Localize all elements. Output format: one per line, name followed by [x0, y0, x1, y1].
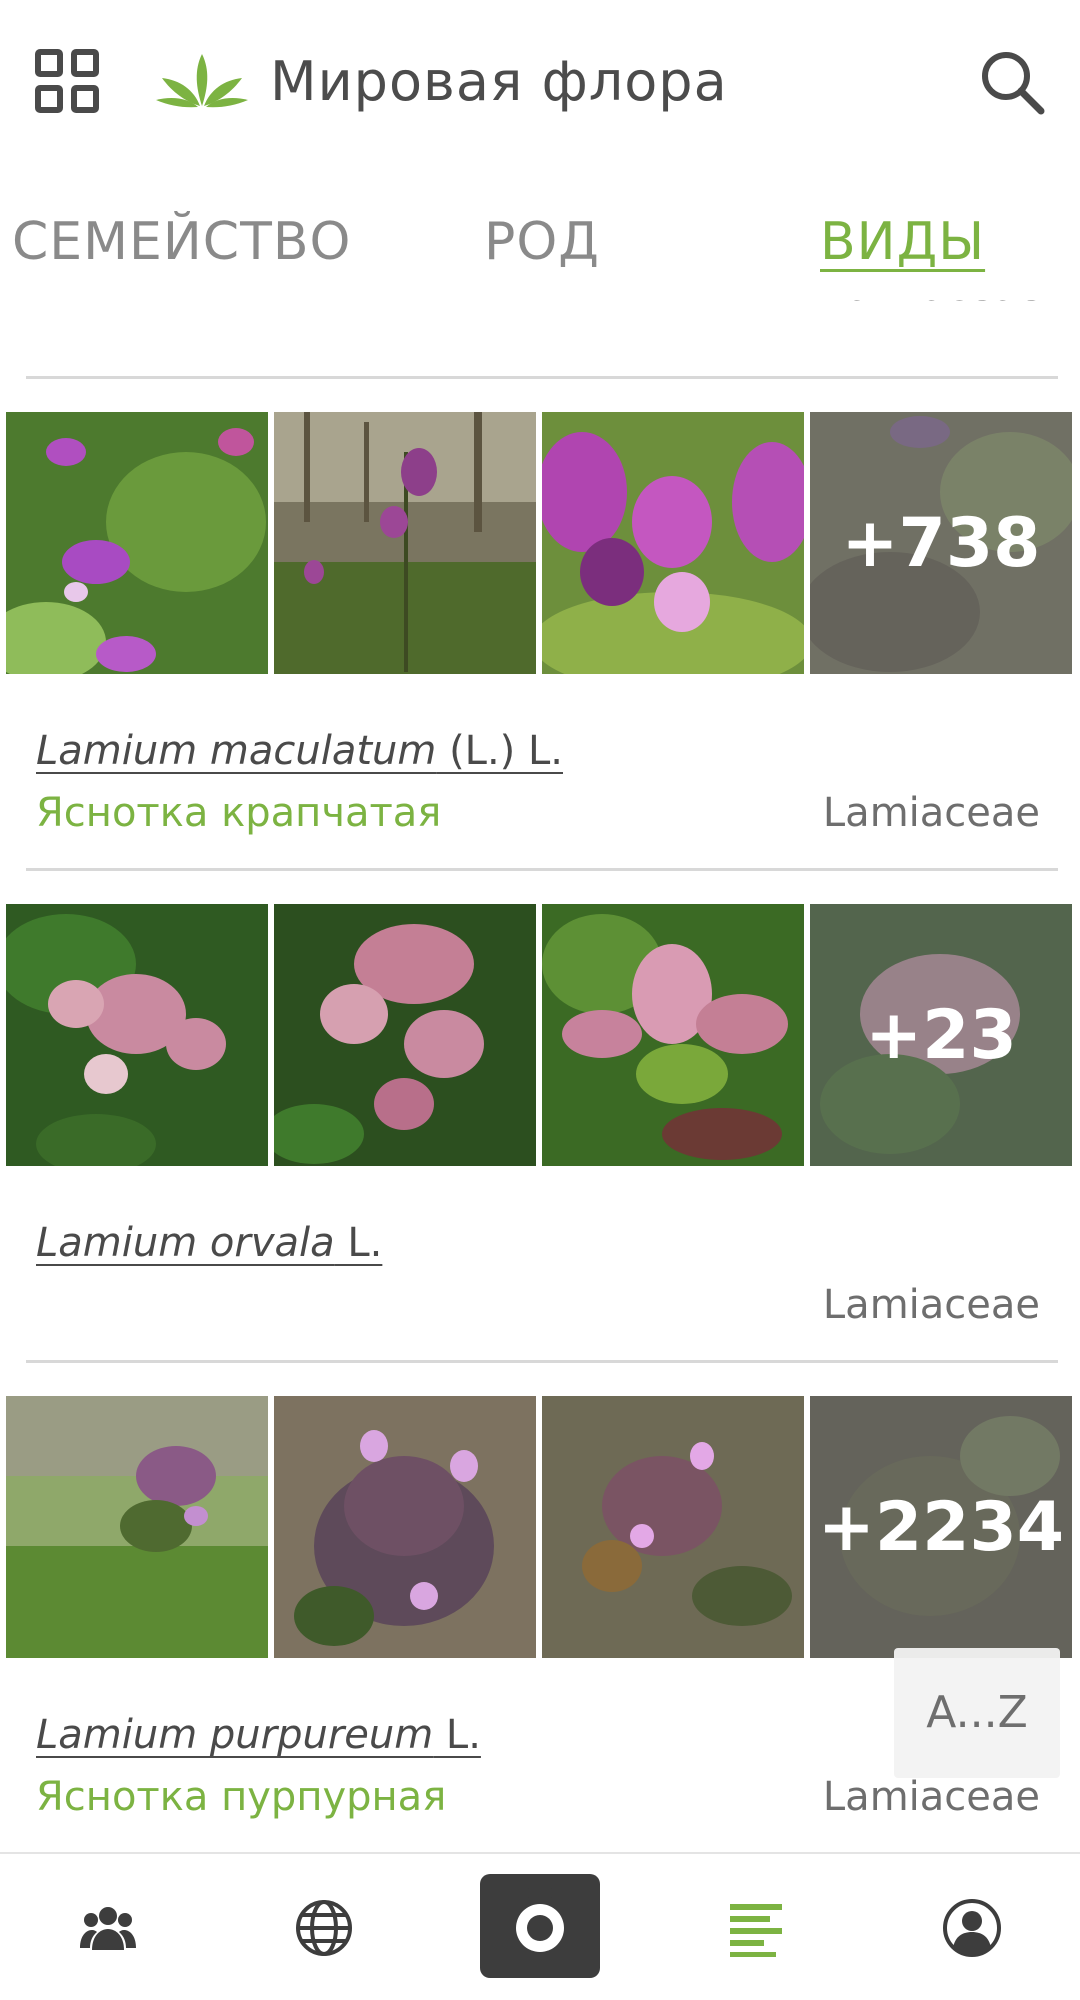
- grid-icon: [35, 49, 99, 113]
- tab-family[interactable]: СЕМЕЙСТВО: [12, 212, 351, 272]
- bottom-nav: [0, 1852, 1080, 2000]
- species-photo[interactable]: [542, 412, 804, 674]
- camera-icon: [516, 1888, 564, 1952]
- menu-button[interactable]: [34, 48, 100, 114]
- genus-species: Lamium orvala: [36, 1220, 335, 1266]
- author: L.: [334, 1220, 383, 1266]
- search-button[interactable]: [978, 48, 1046, 116]
- species-card[interactable]: +2234 Lamium purpureum L. Яснотка пурпур…: [0, 1396, 1080, 1850]
- photo-strip: +23: [6, 904, 1074, 1166]
- species-list[interactable]: Lamiaceae: [0, 300, 1080, 1850]
- genus-species: Lamium maculatum: [36, 728, 437, 774]
- nav-profile[interactable]: [864, 1854, 1080, 2000]
- common-name: Яснотка пурпурная: [36, 1774, 447, 1820]
- camera-button[interactable]: [480, 1874, 600, 1978]
- search-icon: [982, 52, 1045, 115]
- nav-community[interactable]: [0, 1854, 216, 2000]
- globe-icon: [296, 1900, 352, 1956]
- family-label: Lamiaceae: [822, 1774, 1040, 1820]
- app-title: Мировая флора: [270, 50, 728, 113]
- species-card[interactable]: +738 Lamium maculatum (L.) L. Яснотка кр…: [0, 412, 1080, 902]
- species-card[interactable]: +23 Lamium orvala L. Lamiaceae: [0, 904, 1080, 1394]
- common-name: Яснотка крапчатая: [36, 790, 442, 836]
- species-photo[interactable]: [542, 1396, 804, 1658]
- more-photos-count: +23: [865, 996, 1017, 1075]
- more-photos-count: +738: [841, 504, 1041, 583]
- profile-icon: [943, 1899, 1001, 1957]
- species-photo[interactable]: [6, 904, 268, 1166]
- more-photos-count: +2234: [817, 1488, 1065, 1567]
- divider: [26, 868, 1058, 871]
- photo-strip: +2234: [6, 1396, 1074, 1658]
- list-icon: [730, 1904, 782, 1957]
- family-label: Lamiaceae: [822, 790, 1040, 836]
- app-header: Мировая флора: [0, 0, 1080, 170]
- tab-species[interactable]: ВИДЫ: [820, 212, 985, 272]
- author: L.: [433, 1712, 481, 1758]
- more-photos[interactable]: +738: [810, 412, 1072, 674]
- species-photo[interactable]: [6, 1396, 268, 1658]
- more-photos[interactable]: +23: [810, 904, 1072, 1166]
- family-label: Lamiaceae: [825, 300, 1042, 310]
- species-photo[interactable]: [542, 904, 804, 1166]
- species-photo[interactable]: [274, 1396, 536, 1658]
- tab-bar: СЕМЕЙСТВО РОД ВИДЫ: [0, 200, 1080, 290]
- more-photos[interactable]: +2234: [810, 1396, 1072, 1658]
- nav-species-list[interactable]: [648, 1854, 864, 2000]
- photo-strip: +738: [6, 412, 1074, 674]
- family-label: Lamiaceae: [822, 1282, 1040, 1328]
- community-icon: [80, 1907, 136, 1950]
- tab-genus[interactable]: РОД: [484, 212, 600, 272]
- scientific-name-link[interactable]: Lamium purpureum L.: [36, 1712, 481, 1758]
- species-photo[interactable]: [274, 412, 536, 674]
- leaf-logo-icon: [156, 52, 248, 108]
- nav-world[interactable]: [216, 1854, 432, 2000]
- species-photo[interactable]: [6, 412, 268, 674]
- genus-species: Lamium purpureum: [36, 1712, 434, 1758]
- author: (L.) L.: [436, 728, 563, 774]
- divider: [26, 1360, 1058, 1363]
- scientific-name-link[interactable]: Lamium orvala L.: [36, 1220, 382, 1266]
- species-photo[interactable]: [274, 904, 536, 1166]
- scientific-name-link[interactable]: Lamium maculatum (L.) L.: [36, 728, 563, 774]
- alphabetical-sort-button[interactable]: A...Z: [894, 1648, 1060, 1778]
- divider: [26, 376, 1058, 379]
